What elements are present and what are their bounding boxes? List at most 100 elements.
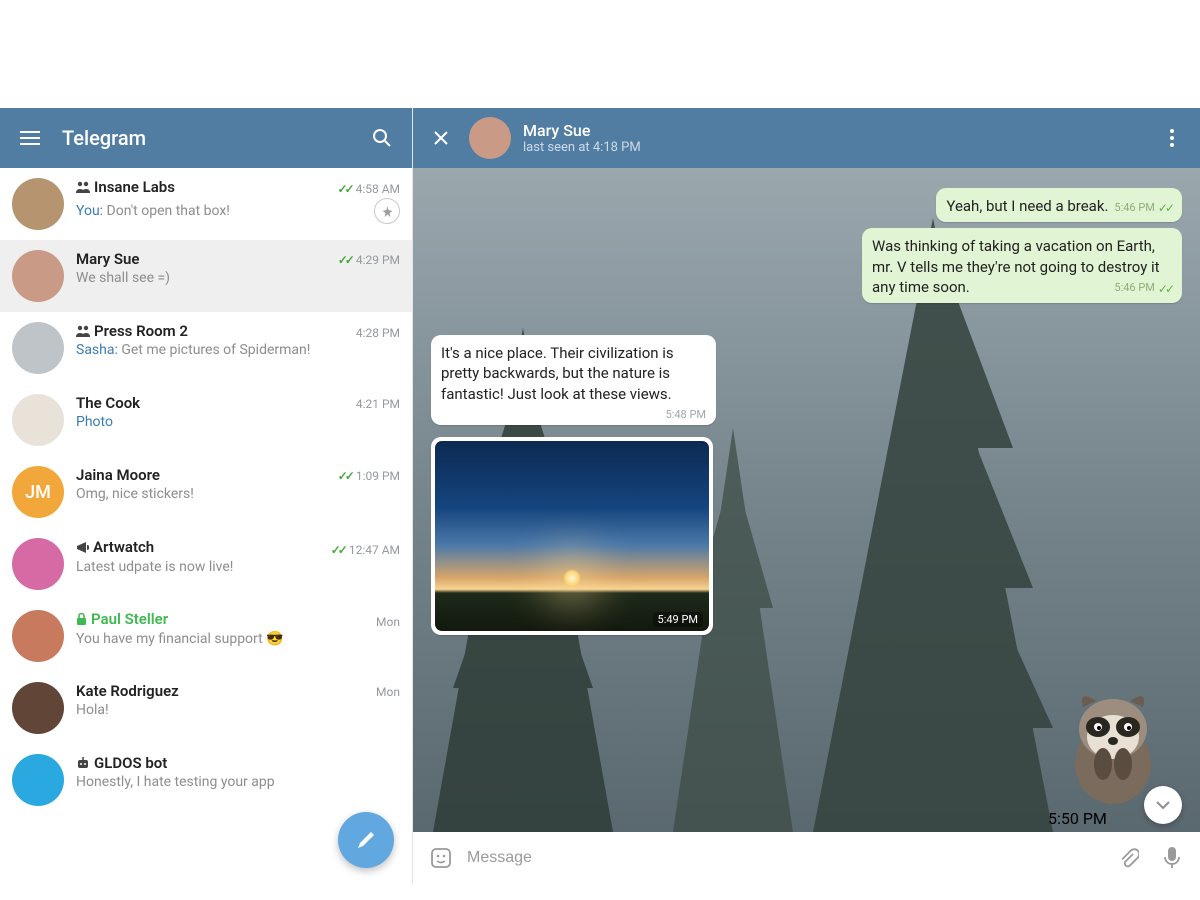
read-checks-icon: ✓✓ bbox=[331, 543, 345, 557]
pencil-icon bbox=[355, 829, 377, 851]
chat-preview: Sasha: Get me pictures of Spiderman! bbox=[76, 342, 400, 358]
group-icon bbox=[76, 181, 90, 193]
header-text[interactable]: Mary Sue last seen at 4:18 PM bbox=[523, 121, 641, 155]
chat-name: Paul Steller bbox=[76, 610, 168, 628]
chat-meta: ✓✓1:09 PM bbox=[338, 469, 400, 483]
chat-avatar bbox=[12, 250, 64, 302]
chat-avatar bbox=[12, 538, 64, 590]
search-icon bbox=[372, 128, 392, 148]
chevron-down-icon bbox=[1155, 800, 1171, 810]
chat-time: 4:28 PM bbox=[356, 326, 400, 340]
chat-avatar bbox=[12, 610, 64, 662]
message-composer bbox=[413, 832, 1200, 884]
channel-icon bbox=[76, 541, 89, 554]
chat-preview: Latest udpate is now live! bbox=[76, 559, 400, 575]
read-checks-icon: ✓✓ bbox=[337, 182, 351, 196]
chat-list[interactable]: Insane Labs ✓✓ 4:58 AM You: Don't open that… bbox=[0, 168, 412, 884]
chat-list-item[interactable]: Artwatch ✓✓ 12:47 AM Latest udpate is now l… bbox=[0, 528, 412, 600]
message-photo[interactable]: 5:49 PM bbox=[431, 437, 713, 635]
pinned-icon bbox=[374, 198, 400, 224]
chat-meta: Mon bbox=[376, 615, 400, 629]
photo-time: 5:49 PM bbox=[653, 612, 703, 627]
chat-name: Press Room 2 bbox=[76, 322, 188, 340]
chat-meta: ✓✓ 4:29 PM bbox=[338, 253, 400, 267]
voice-button[interactable] bbox=[1154, 840, 1190, 876]
top-padding bbox=[0, 0, 1200, 108]
message-incoming[interactable]: It's a nice place. Their civilization is… bbox=[431, 335, 716, 425]
sidebar-header: Telegram bbox=[0, 108, 412, 168]
chat-list-item[interactable]: JM Jaina Moore ✓✓1:09 PM Omg, nice stickers… bbox=[0, 456, 412, 528]
search-button[interactable] bbox=[364, 120, 400, 156]
more-options-button[interactable] bbox=[1154, 120, 1190, 156]
chat-name: Insane Labs bbox=[76, 178, 175, 196]
chat-time: 12:47 AM bbox=[349, 543, 400, 557]
chat-time: 4:21 PM bbox=[356, 397, 400, 411]
chat-preview: Photo bbox=[76, 414, 400, 430]
read-checks-icon: ✓✓ bbox=[338, 253, 352, 267]
message-time: 5:46 PM✓✓ bbox=[1114, 281, 1172, 297]
chat-preview: Omg, nice stickers! bbox=[76, 486, 400, 502]
conversation-header: Mary Sue last seen at 4:18 PM bbox=[413, 108, 1200, 168]
chat-list-item[interactable]: Press Room 2 4:28 PM Sasha: Get me picture… bbox=[0, 312, 412, 384]
contact-name: Mary Sue bbox=[523, 121, 641, 140]
chat-name: Jaina Moore bbox=[76, 466, 160, 484]
chat-avatar: JM bbox=[12, 466, 64, 518]
chat-name: Mary Sue bbox=[76, 250, 140, 268]
menu-button[interactable] bbox=[12, 120, 48, 156]
chat-time: Mon bbox=[376, 615, 400, 629]
chat-list-item[interactable]: The Cook 4:21 PM Photo bbox=[0, 384, 412, 456]
message-time: 5:46 PM✓✓ bbox=[1114, 200, 1172, 216]
chat-list-item[interactable]: Mary Sue ✓✓ 4:29 PM We shall see =) bbox=[0, 240, 412, 312]
chat-list-item[interactable]: Kate Rodriguez Mon Hola! bbox=[0, 672, 412, 744]
chat-name: Artwatch bbox=[76, 538, 154, 556]
chat-meta: ✓✓ 4:58 AM bbox=[337, 182, 400, 196]
chat-list-item[interactable]: Paul Steller Mon You have my financial sup… bbox=[0, 600, 412, 672]
lock-icon bbox=[76, 613, 87, 626]
message-time: 5:48 PM bbox=[666, 408, 706, 423]
message-input[interactable] bbox=[467, 849, 1102, 867]
chat-preview: We shall see =) bbox=[76, 270, 400, 286]
chat-name: The Cook bbox=[76, 394, 140, 412]
chat-list-item[interactable]: GLDOS bot Honestly, I hate testing your a… bbox=[0, 744, 412, 816]
header-avatar[interactable] bbox=[469, 117, 511, 159]
chat-time: 4:29 PM bbox=[356, 253, 400, 267]
compose-fab[interactable] bbox=[338, 812, 394, 868]
chat-avatar bbox=[12, 178, 64, 230]
sticker-button[interactable] bbox=[423, 840, 459, 876]
chat-avatar bbox=[12, 394, 64, 446]
close-icon bbox=[433, 130, 449, 146]
close-conversation-button[interactable] bbox=[423, 120, 459, 156]
microphone-icon bbox=[1163, 846, 1181, 870]
scroll-to-bottom-button[interactable] bbox=[1144, 786, 1182, 824]
contact-status: last seen at 4:18 PM bbox=[523, 140, 641, 155]
bottom-padding bbox=[0, 884, 1200, 900]
chat-preview: You have my financial support 😎 bbox=[76, 631, 400, 647]
conversation-pane: Mary Sue last seen at 4:18 PM bbox=[413, 108, 1200, 884]
chat-preview: Honestly, I hate testing your app bbox=[76, 774, 400, 790]
attach-button[interactable] bbox=[1110, 840, 1146, 876]
chat-preview: Hola! bbox=[76, 702, 400, 718]
message-text: It's a nice place. Their civilization is… bbox=[441, 344, 674, 403]
chat-meta: 4:28 PM bbox=[356, 326, 400, 340]
chat-list-item[interactable]: Insane Labs ✓✓ 4:58 AM You: Don't open that… bbox=[0, 168, 412, 240]
message-text: Yeah, but I need a break. bbox=[946, 197, 1108, 215]
chat-avatar bbox=[12, 322, 64, 374]
hamburger-icon bbox=[20, 131, 40, 145]
message-area[interactable]: Yeah, but I need a break. 5:46 PM✓✓ Was … bbox=[413, 168, 1200, 832]
chat-avatar bbox=[12, 754, 64, 806]
message-outgoing[interactable]: Was thinking of taking a vacation on Ear… bbox=[862, 228, 1182, 303]
chat-meta: Mon bbox=[376, 685, 400, 699]
chat-time: 4:58 AM bbox=[356, 182, 400, 196]
smiley-icon bbox=[429, 846, 453, 870]
sidebar: Telegram Insane Labs ✓✓ 4:58 AM You: Don't … bbox=[0, 108, 413, 884]
more-vertical-icon bbox=[1170, 129, 1174, 147]
chat-name: Kate Rodriguez bbox=[76, 682, 179, 700]
app-title: Telegram bbox=[62, 126, 364, 150]
chat-time: 1:09 PM bbox=[356, 469, 400, 483]
chat-name: GLDOS bot bbox=[76, 754, 167, 772]
chat-avatar bbox=[12, 682, 64, 734]
paperclip-icon bbox=[1117, 847, 1139, 869]
chat-time: Mon bbox=[376, 685, 400, 699]
chat-preview: You: Don't open that box! bbox=[76, 203, 368, 219]
message-outgoing[interactable]: Yeah, but I need a break. 5:46 PM✓✓ bbox=[936, 188, 1182, 222]
